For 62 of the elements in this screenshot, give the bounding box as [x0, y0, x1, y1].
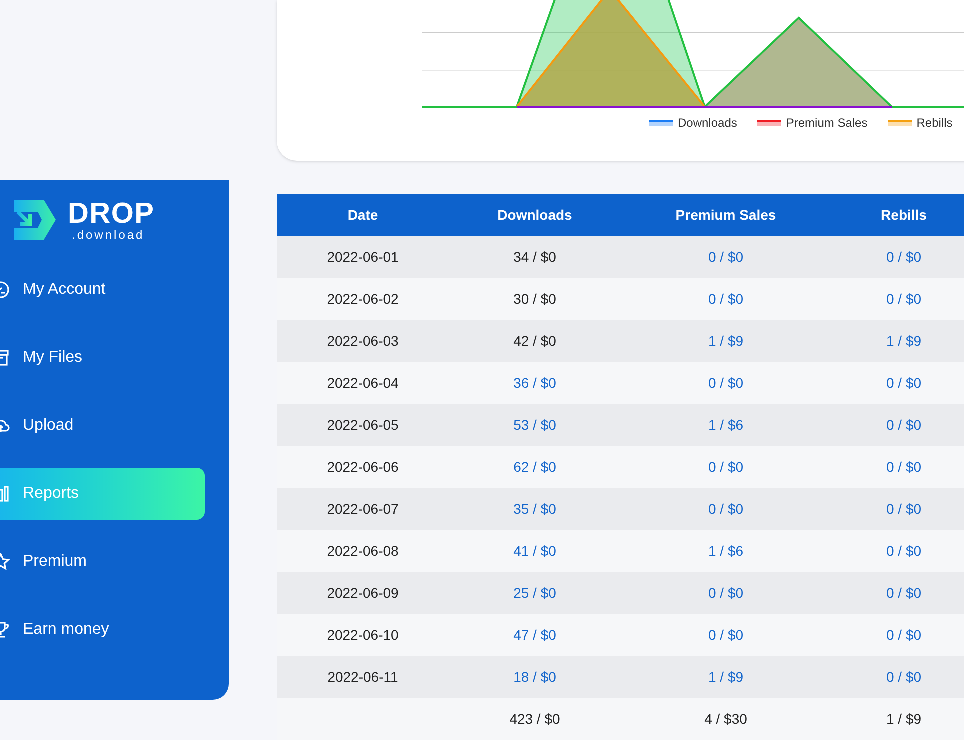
table-link[interactable]: 0 / $0 — [708, 248, 744, 264]
sidebar-item[interactable]: My Files — [0, 332, 205, 384]
table-link[interactable]: 35 / $0 — [514, 500, 556, 516]
table-link[interactable]: 0 / $0 — [886, 668, 922, 684]
table-link[interactable]: 47 / $0 — [514, 626, 556, 642]
table-link[interactable]: 0 / $0 — [886, 290, 922, 306]
sidebar-item[interactable]: Upload — [0, 400, 205, 452]
table-cell: 30 / $0 — [514, 290, 556, 306]
table-link[interactable]: 1 / $9 — [708, 332, 744, 348]
table-cell: 2022-06-04 — [327, 374, 399, 390]
sidebar-item[interactable]: Premium — [0, 536, 205, 588]
table-link[interactable]: 0 / $0 — [886, 584, 922, 600]
table-link[interactable]: 0 / $0 — [708, 458, 744, 474]
table-link[interactable]: 0 / $0 — [886, 500, 922, 516]
logo-icon — [14, 200, 56, 240]
table-link[interactable]: 0 / $0 — [708, 290, 744, 306]
table-link[interactable]: 0 / $0 — [708, 374, 744, 390]
table-cell: 2022-06-05 — [327, 416, 399, 432]
total-cell-text: 1 / $9 — [885, 710, 923, 728]
sidebar-item[interactable]: My Account — [0, 264, 205, 316]
column-header: Downloads — [496, 206, 574, 224]
table-link[interactable]: 53 / $0 — [514, 416, 556, 432]
table-cell: 2022-06-10 — [327, 626, 399, 642]
table-link[interactable]: 0 / $0 — [886, 626, 922, 642]
table-cell: 2022-06-11 — [328, 668, 398, 684]
table-link[interactable]: 0 / $0 — [886, 458, 922, 474]
table-link[interactable]: 62 / $0 — [514, 458, 556, 474]
table-cell: 34 / $0 — [514, 248, 556, 264]
sidebar-item[interactable]: Earn money — [0, 604, 205, 656]
table-cell: 2022-06-03 — [327, 332, 399, 348]
table-link[interactable]: 0 / $0 — [708, 500, 744, 516]
total-cell-text: 423 / $0 — [508, 710, 562, 728]
table-cell: 2022-06-08 — [327, 542, 399, 558]
column-header: Premium Sales — [674, 206, 778, 224]
table-link[interactable]: 36 / $0 — [514, 374, 556, 390]
table-link[interactable]: 0 / $0 — [886, 542, 922, 558]
logo-title: DROP — [68, 200, 155, 228]
table-link[interactable]: 25 / $0 — [514, 584, 556, 600]
table-cell: 2022-06-07 — [327, 500, 399, 516]
table-cell: 2022-06-01 — [327, 248, 399, 264]
column-header: Rebills — [880, 206, 928, 224]
table-link[interactable]: 0 / $0 — [886, 248, 922, 264]
table-link[interactable]: 1 / $9 — [886, 332, 922, 348]
table-link[interactable]: 0 / $0 — [886, 416, 922, 432]
table-link[interactable]: 1 / $9 — [708, 668, 744, 684]
table-cell: 42 / $0 — [514, 332, 556, 348]
table-link[interactable]: 18 / $0 — [514, 668, 556, 684]
table-cell: 2022-06-02 — [327, 290, 399, 306]
table-cell: 2022-06-09 — [327, 584, 399, 600]
legend-label: Rebills — [916, 115, 953, 132]
table-link[interactable]: 0 / $0 — [708, 584, 744, 600]
total-cell-text: 4 / $30 — [704, 710, 748, 728]
table-link[interactable]: 1 / $6 — [708, 416, 744, 432]
legend-label: Downloads — [678, 115, 738, 132]
legend-label: Premium Sales — [786, 115, 868, 132]
logo-subtitle: .download — [72, 228, 146, 240]
table-link[interactable]: 0 / $0 — [708, 626, 744, 642]
table-link[interactable]: 1 / $6 — [708, 542, 744, 558]
table-link[interactable]: 0 / $0 — [886, 374, 922, 390]
table-cell: 2022-06-06 — [327, 458, 399, 474]
column-header: Date — [346, 206, 380, 224]
table-link[interactable]: 41 / $0 — [514, 542, 556, 558]
